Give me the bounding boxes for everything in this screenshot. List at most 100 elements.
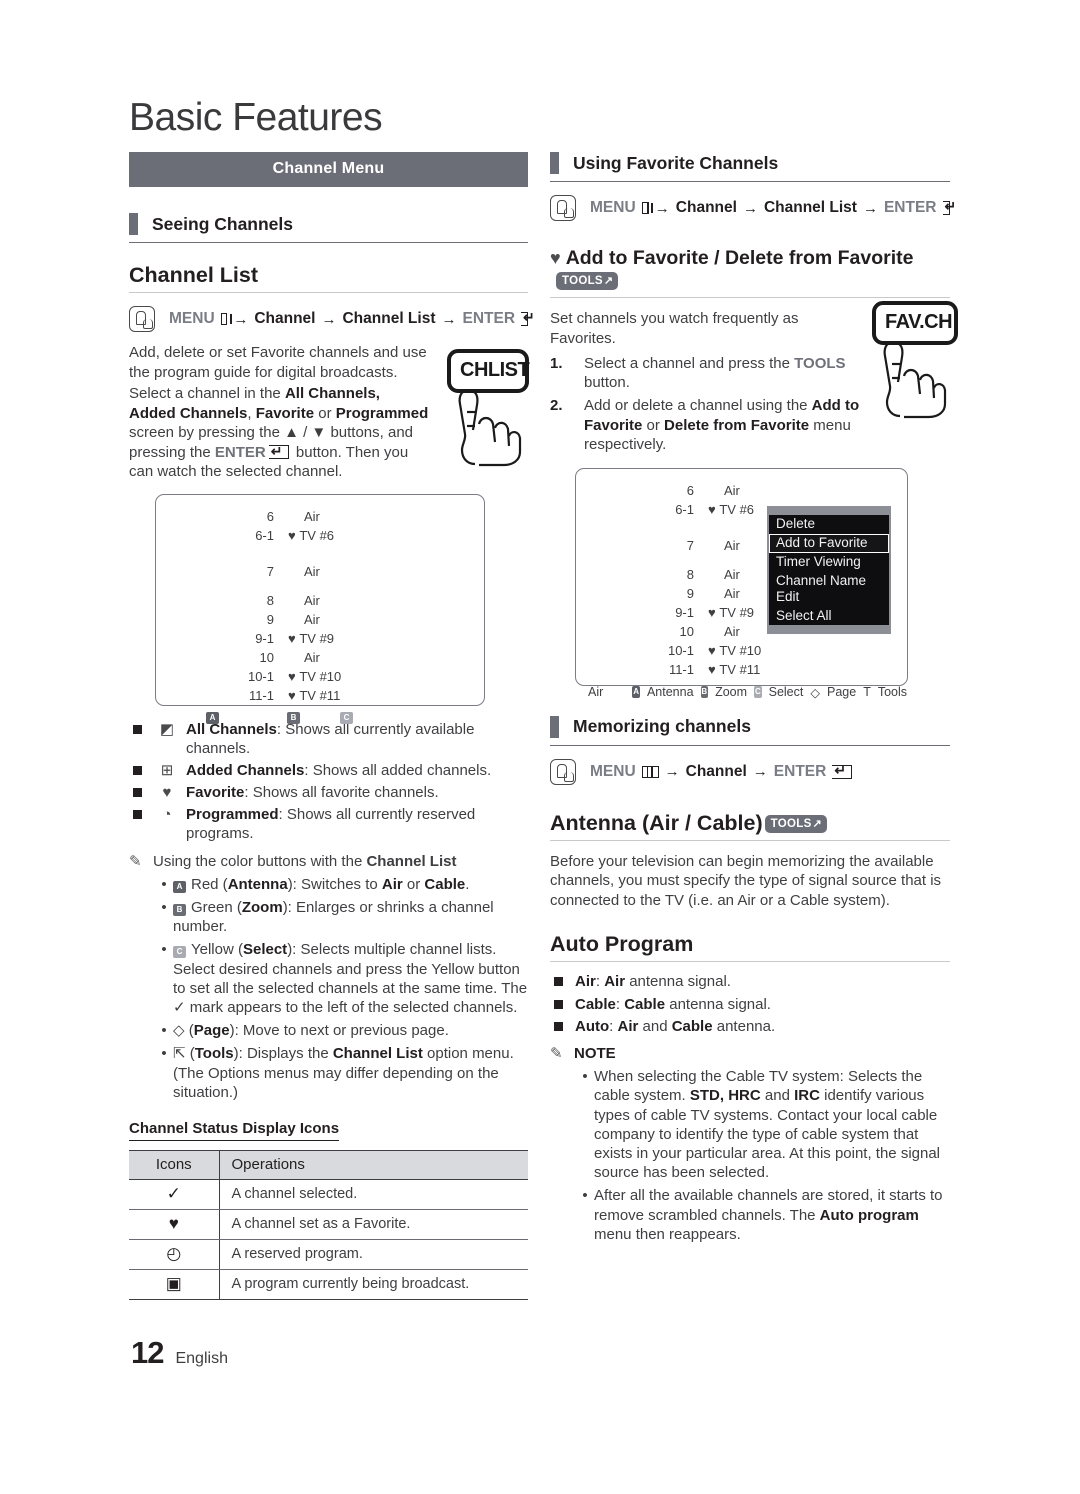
menu-label: MENU xyxy=(590,762,636,780)
menu-item-select-all[interactable]: Select All xyxy=(769,607,889,626)
antenna-body: Before your television can begin memoriz… xyxy=(550,852,942,909)
tools-key: T xyxy=(863,685,871,700)
list-item: • ◇ (Page): Move to next or previous pag… xyxy=(155,1021,528,1040)
list-item: Auto: Air and Cable antenna. xyxy=(550,1017,950,1036)
path-channel: Channel xyxy=(675,199,737,216)
bullet-dot: • xyxy=(582,1187,588,1205)
enter-key-icon xyxy=(268,442,289,460)
list-item: ♥ Favorite: Shows all favorite channels. xyxy=(129,783,528,802)
manual-page: Basic Features Channel Menu Seeing Chann… xyxy=(0,0,1080,1494)
green-button-b: B xyxy=(700,686,709,699)
yellow-button-c: C xyxy=(754,686,762,699)
tv-options-popup[interactable]: Delete Add to Favorite Timer Viewing Cha… xyxy=(767,505,891,635)
menu-grid-icon xyxy=(641,202,653,214)
heart-icon: ♥ xyxy=(129,1209,220,1240)
desc-paragraph-1: Add, delete or set Favorite channels and… xyxy=(129,344,427,381)
channel-list-description: Add, delete or set Favorite channels and… xyxy=(129,343,429,482)
favorite-row-label: ♥ TV #10 xyxy=(288,668,342,684)
arrow-icon: → xyxy=(862,199,878,217)
clock-icon: ◔ xyxy=(162,806,172,824)
menu-item-add-to-favorite[interactable]: Add to Favorite xyxy=(769,533,889,553)
section-marker xyxy=(129,213,138,235)
channel-menu-banner: Channel Menu xyxy=(129,152,528,187)
antenna-description: Before your television can begin memoriz… xyxy=(550,852,950,911)
section-memorizing-channels: Memorizing channels xyxy=(550,715,950,746)
menu-item-timer-viewing[interactable]: Timer Viewing xyxy=(769,553,889,572)
list-item: • After all the available channels are s… xyxy=(576,1186,950,1244)
step-item: 2. Add or delete a channel using the Add… xyxy=(550,397,860,453)
menu-grid-icon xyxy=(220,313,232,325)
tools-arrow-icon: ⇱ xyxy=(173,1045,186,1063)
bullet-dot: • xyxy=(161,941,167,959)
button-press-icon xyxy=(550,195,576,221)
tv-row: 11-1 ♥ TV #11 xyxy=(156,686,484,705)
red-button-a: A xyxy=(632,686,640,699)
tv-icon: ▣ xyxy=(129,1269,220,1300)
list-item: • B Green (Zoom): Enlarges or shrinks a c… xyxy=(155,898,528,936)
menu-path-favorite: MENU → Channel → Channel List → ENTER xyxy=(550,195,955,221)
section-marker xyxy=(550,715,559,738)
language-label: English xyxy=(175,1350,228,1367)
right-column: Using Favorite Channels MENU → Channel →… xyxy=(550,152,958,1244)
arrow-icon: → xyxy=(664,763,680,781)
favorite-row-label: ♥ TV #9 xyxy=(288,630,335,646)
favorite-row-label: ♥ TV #11 xyxy=(708,661,761,677)
channel-view-modes-list: ◩ All Channels: Shows all currently avai… xyxy=(129,720,528,844)
table-row: ▣ A program currently being broadcast. xyxy=(129,1269,528,1300)
hand-pointing-illustration xyxy=(872,342,958,419)
step-item: 1. Select a channel and press the TOOLS … xyxy=(550,355,846,392)
favorite-row-label: ♥ TV #10 xyxy=(708,642,762,658)
button-press-icon xyxy=(550,758,576,785)
button-press-icon xyxy=(129,306,155,332)
section-title: Memorizing channels xyxy=(573,716,751,737)
status-select: Select xyxy=(768,685,804,700)
bullet-dot: • xyxy=(161,875,167,893)
tv-row: 10 Air xyxy=(259,649,320,665)
status-antenna: Antenna xyxy=(646,685,694,700)
yellow-button-c: C xyxy=(340,711,353,724)
tools-arrow-icon: ↗ xyxy=(603,275,614,287)
hand-pointing-illustration xyxy=(447,390,529,467)
heading-add-delete-favorite: ♥ Add to Favorite / Delete from Favorite T… xyxy=(550,247,950,298)
list-item: • A Red (Antenna): Switches to Air or Cab… xyxy=(155,875,528,894)
tv-row: 10-1 ♥ TV #10 xyxy=(156,667,484,686)
list-item: • ⇱ (Tools): Displays the Channel List o… xyxy=(155,1044,528,1102)
heading-channel-list: Channel List xyxy=(129,263,528,293)
added-channels-icon: ⊞ xyxy=(160,761,174,779)
menu-item-delete[interactable]: Delete xyxy=(769,515,889,534)
menu-item-channel-name-edit[interactable]: Channel Name Edit xyxy=(769,572,889,607)
tv-row: 6 Air xyxy=(686,482,740,498)
favorite-intro: Set channels you watch frequently as Fav… xyxy=(550,309,860,348)
red-button-a: A xyxy=(206,711,219,724)
bullet-square xyxy=(133,788,142,798)
section-seeing-channels: Seeing Channels xyxy=(129,213,528,243)
note-label: NOTE xyxy=(574,1045,616,1062)
tv-channel-rows: 6 Air 6-1 ♥ TV #6 7 Air 8 Air 9 Air 9-1 ♥ TV #… xyxy=(156,495,484,705)
remote-key-chlist: CHLIST xyxy=(447,349,530,467)
tv-row: 6-1 ♥ TV #6 xyxy=(156,526,484,545)
section-marker xyxy=(550,152,559,174)
favorite-row-label: ♥ TV #11 xyxy=(288,687,341,703)
bullet-square xyxy=(554,999,563,1009)
bullet-dot: • xyxy=(161,1045,167,1063)
heading-text: Antenna (Air / Cable) xyxy=(550,810,763,835)
tv-row: 8 Air xyxy=(266,592,320,608)
remote-key-favch: FAV.CH xyxy=(872,301,958,419)
arrow-icon: → xyxy=(441,310,457,328)
auto-program-bullets: Air: Air antenna signal. Cable: Cable an… xyxy=(550,972,950,1036)
page-number: 12 xyxy=(131,1335,164,1370)
left-column: Channel Menu Seeing Channels Channel Lis… xyxy=(129,152,535,1300)
chlist-key-label: CHLIST xyxy=(447,349,530,393)
color-button-list: • A Red (Antenna): Switches to Air or Cab… xyxy=(155,875,528,1102)
red-button-a: A xyxy=(173,880,186,893)
table-row: ✓ A channel selected. xyxy=(129,1179,528,1210)
bullet-dot: • xyxy=(161,899,167,916)
hand-icon xyxy=(458,391,522,467)
arrow-icon: → xyxy=(233,310,249,328)
tv-screen-channel-list: 6 Air 6-1 ♥ TV #6 7 Air 8 Air 9 Air 9-1 ♥ TV #… xyxy=(155,493,485,724)
list-item: • When selecting the Cable TV system: Se… xyxy=(576,1067,950,1182)
intro-text: Set channels you watch frequently as Fav… xyxy=(550,310,799,347)
section-title: Using Favorite Channels xyxy=(573,152,779,173)
bullet-square xyxy=(133,765,142,775)
desc-paragraph-2: Select a channel in the All Channels, Ad… xyxy=(129,384,429,482)
